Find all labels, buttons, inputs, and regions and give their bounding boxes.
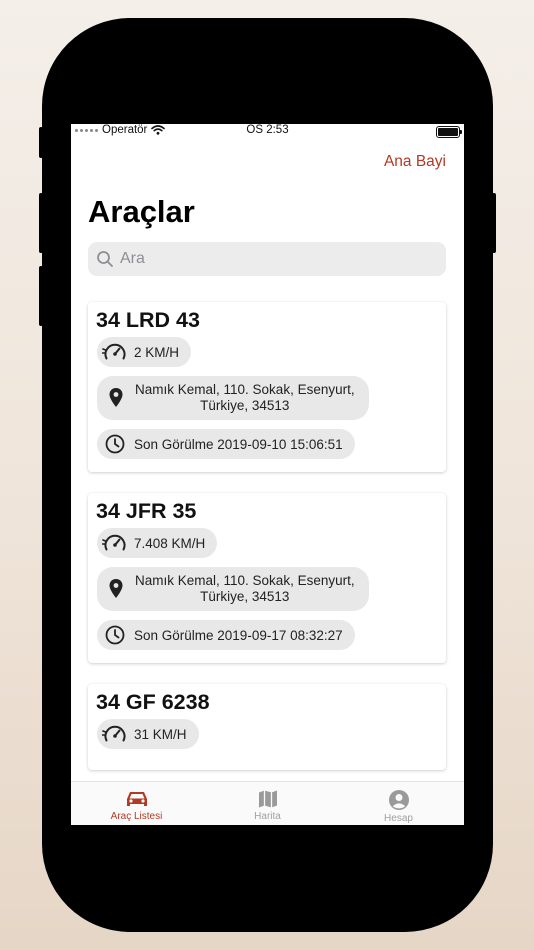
- search-icon: [97, 251, 113, 267]
- car-icon: [126, 792, 147, 806]
- location-pin-icon: [109, 388, 123, 407]
- clock-icon: [105, 434, 125, 454]
- speed-value: 7.408 KM/H: [134, 535, 206, 551]
- battery-icon: [436, 126, 462, 138]
- last-seen-text: Son Görülme 2019-09-10 15:06:51: [134, 436, 343, 452]
- tab-arac-listesi[interactable]: Araç Listesi: [71, 782, 202, 825]
- tab-label: Araç Listesi: [110, 811, 163, 822]
- power-button: [492, 193, 496, 253]
- last-seen-chip: Son Görülme 2019-09-17 08:32:27: [97, 620, 355, 650]
- tab-label: Harita: [254, 811, 281, 822]
- address-text: Namık Kemal, 110. Sokak, Esenyurt, Türki…: [135, 382, 355, 414]
- speedometer-icon: [102, 725, 126, 742]
- vehicle-list: 34 LRD 43 2 KM/H Namık Kemal, 110. Sokak…: [88, 302, 446, 791]
- page-title: Araçlar: [88, 194, 195, 229]
- last-seen-chip: Son Görülme 2019-09-10 15:06:51: [97, 429, 355, 459]
- speed-value: 31 KM/H: [134, 726, 187, 742]
- status-bar: Operatör ÖS 2:53: [71, 124, 464, 139]
- speedometer-icon: [102, 343, 126, 360]
- tab-bar: Araç Listesi Harita Hesap: [71, 781, 464, 825]
- vehicle-plate: 34 JFR 35: [96, 499, 197, 523]
- search-input[interactable]: [118, 249, 422, 269]
- address-line-1: Namık Kemal, 110. Sokak, Esenyurt,: [135, 382, 355, 397]
- clock-icon: [105, 625, 125, 645]
- address-chip: Namık Kemal, 110. Sokak, Esenyurt, Türki…: [97, 567, 369, 611]
- last-seen-text: Son Görülme 2019-09-17 08:32:27: [134, 627, 343, 643]
- address-line-1: Namık Kemal, 110. Sokak, Esenyurt,: [135, 573, 355, 588]
- tab-harita[interactable]: Harita: [202, 782, 333, 825]
- address-chip: Namık Kemal, 110. Sokak, Esenyurt, Türki…: [97, 376, 369, 420]
- vehicle-card[interactable]: 34 LRD 43 2 KM/H Namık Kemal, 110. Sokak…: [88, 302, 446, 472]
- speed-value: 2 KM/H: [134, 344, 180, 360]
- account-icon: [388, 790, 409, 810]
- vehicle-card[interactable]: 34 JFR 35 7.408 KM/H Namık Kemal, 110. S…: [88, 493, 446, 663]
- vehicle-card[interactable]: 34 GF 6238 31 KM/H: [88, 684, 446, 770]
- location-pin-icon: [109, 579, 123, 598]
- vehicle-plate: 34 LRD 43: [96, 308, 200, 332]
- volume-down-button: [39, 266, 43, 326]
- address-line-2: Türkiye, 34513: [200, 398, 290, 413]
- address-line-2: Türkiye, 34513: [200, 589, 290, 604]
- mute-switch: [39, 127, 43, 158]
- speedometer-icon: [102, 534, 126, 551]
- tab-hesap[interactable]: Hesap: [333, 782, 464, 825]
- search-bar[interactable]: [88, 242, 446, 276]
- speed-chip: 7.408 KM/H: [97, 528, 218, 558]
- status-time: ÖS 2:53: [246, 124, 289, 136]
- app-screen: Operatör ÖS 2:53 Ana Bayi Araçlar 34 LRD…: [71, 124, 464, 825]
- vehicle-plate: 34 GF 6238: [96, 690, 210, 714]
- volume-up-button: [39, 193, 43, 253]
- map-icon: [258, 790, 277, 808]
- speed-chip: 2 KM/H: [97, 337, 192, 367]
- tab-label: Hesap: [384, 813, 413, 824]
- address-text: Namık Kemal, 110. Sokak, Esenyurt, Türki…: [135, 573, 355, 605]
- ana-bayi-button[interactable]: Ana Bayi: [384, 153, 446, 171]
- speed-chip: 31 KM/H: [97, 719, 199, 749]
